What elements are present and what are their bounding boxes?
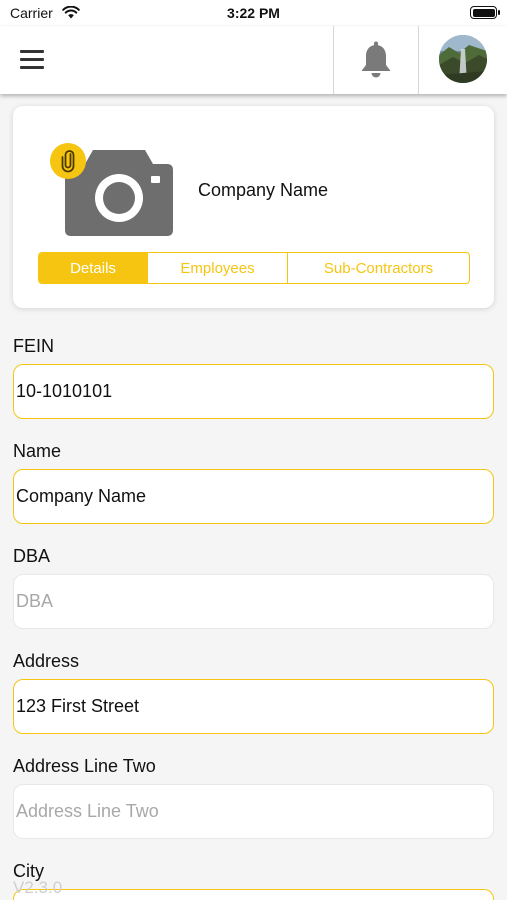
battery-level [472,8,495,17]
company-header-card: Company Name Details Employees Sub-Contr… [13,106,494,308]
address-line-two-label: Address Line Two [13,756,156,776]
dba-input[interactable] [13,574,494,629]
status-bar: Carrier 3:22 PM [0,0,507,26]
address-input[interactable] [13,679,494,734]
company-name-label: Company Name [198,180,329,200]
tab-details[interactable]: Details [39,253,147,283]
nav-divider [418,26,419,94]
dba-label: DBA [13,546,51,566]
name-input[interactable] [13,469,494,524]
app-screen: Carrier 3:22 PM Company Name Details Emp… [0,0,507,900]
profile-avatar[interactable] [439,35,487,83]
tab-sub-contractors[interactable]: Sub-Contractors [287,253,469,283]
status-time: 3:22 PM [227,5,280,21]
city-input[interactable] [13,889,494,900]
tab-employees[interactable]: Employees [147,253,287,283]
battery-icon [470,6,500,19]
section-tabs: Details Employees Sub-Contractors [38,252,470,284]
address-line-two-input[interactable] [13,784,494,839]
app-version: V2.3.0 [13,878,63,897]
bell-icon[interactable] [346,36,406,84]
hamburger-menu-icon[interactable] [10,40,54,78]
fein-input[interactable] [13,364,494,419]
nav-divider [333,26,334,94]
address-label: Address [13,651,80,671]
nav-bar [0,26,507,94]
paperclip-icon[interactable] [50,143,86,179]
fein-label: FEIN [13,336,55,356]
name-label: Name [13,441,62,461]
